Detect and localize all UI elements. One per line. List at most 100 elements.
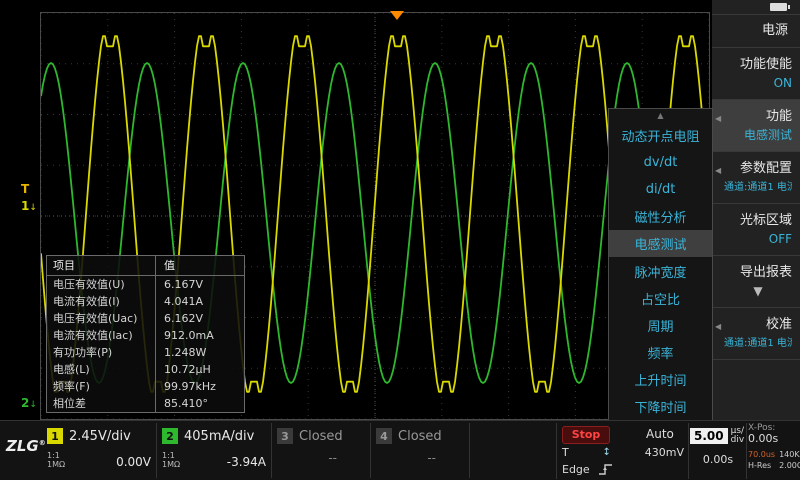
channel-1-offset-value: 0.00V (116, 455, 151, 469)
channel-1-scale: 2.45V/div (69, 429, 131, 444)
menu-item-0[interactable]: 动态开点电阻 (609, 122, 712, 149)
section-value: 通道:通道1 电流 (724, 335, 792, 352)
channel-4-state: Closed (398, 429, 442, 444)
channel-2-impedance: 1MΩ (162, 460, 180, 469)
memory-depth-value: 140Kpts (779, 450, 800, 459)
chevron-left-icon: ◀ (715, 166, 721, 175)
chevron-left-icon: ◀ (715, 114, 721, 123)
run-stop-button[interactable]: Stop (562, 426, 610, 444)
row-value: 1.248W (155, 344, 244, 361)
menu-section-function[interactable]: ◀ 功能 电感测试 (712, 100, 800, 152)
power-menu-button[interactable]: 电源 (712, 14, 800, 48)
down-arrow-icon: ↓ (29, 203, 37, 213)
row-label: 电压有效值(Uac) (47, 310, 155, 327)
channel-1-control[interactable]: 1 2.45V/div 1:1 1MΩ 0.00V (42, 423, 157, 478)
measurement-table-header: 项目 值 (47, 256, 244, 276)
section-value: ON (724, 75, 792, 92)
header-value: 值 (155, 256, 244, 275)
xpos-value: 0.00s (748, 433, 798, 445)
bottom-status-bar: ZLG® 1 2.45V/div 1:1 1MΩ 0.00V 2 405mA/d… (0, 420, 800, 480)
table-row: 相位差85.410° (47, 395, 244, 412)
trigger-level-row[interactable]: T ↕ 430mV (562, 446, 684, 459)
channel-4-control[interactable]: 4 Closed -- (371, 423, 470, 478)
channel-2-probe-ratio: 1:1 (162, 451, 180, 460)
brand-logo: ZLG® (6, 437, 46, 455)
menu-item-9[interactable]: 上升时间 (609, 366, 712, 393)
window-span-value: 70.0us (748, 450, 775, 459)
level-adjust-icon: ↕ (603, 447, 611, 458)
menu-item-5[interactable]: 脉冲宽度 (609, 257, 712, 284)
channel-3-badge: 3 (277, 428, 293, 444)
brand-text: ZLG (6, 437, 39, 455)
ch2-offset-marker[interactable]: 2↓ (21, 396, 37, 412)
row-value: 85.410° (155, 395, 244, 412)
table-row: 电压有效值(U)6.167V (47, 276, 244, 293)
divider (688, 423, 689, 479)
trigger-type-label: Edge (562, 463, 590, 476)
scroll-up-icon[interactable]: ▲ (609, 109, 712, 122)
horizontal-offset-value: 0.00s (690, 453, 746, 466)
timebase-control[interactable]: 5.00 µs/ div 0.00s (690, 423, 746, 479)
menu-section-parameters[interactable]: ◀ 参数配置 通道:通道1 电流 (712, 152, 800, 204)
channel-3-value: -- (328, 451, 337, 465)
menu-item-10[interactable]: 下降时间 (609, 393, 712, 420)
channel-3-state: Closed (299, 429, 343, 444)
trigger-position-marker[interactable] (390, 11, 404, 20)
menu-section-export[interactable]: 导出报表 ▼ (712, 256, 800, 308)
row-value: 10.72µH (155, 361, 244, 378)
chevron-left-icon: ◀ (715, 322, 721, 331)
sample-rate-value: 2.00GSa/s (779, 461, 800, 470)
row-label: 电压有效值(U) (47, 276, 155, 293)
menu-section-function-enable[interactable]: 功能使能 ON (712, 48, 800, 100)
table-row: 电感(L)10.72µH (47, 361, 244, 378)
table-row: 频率(F)99.97kHz (47, 378, 244, 395)
menu-item-8[interactable]: 频率 (609, 339, 712, 366)
row-value: 6.162V (155, 310, 244, 327)
channel-1-probe-ratio: 1:1 (47, 451, 65, 460)
table-row: 电流有效值(Iac)912.0mA (47, 327, 244, 344)
channel-1-impedance: 1MΩ (47, 460, 65, 469)
menu-section-calibration[interactable]: ◀ 校准 通道:通道1 电流 (712, 308, 800, 360)
timebase-unit: div (731, 436, 745, 445)
menu-item-1[interactable]: dv/dt (609, 149, 712, 176)
channel-2-scale: 405mA/div (184, 429, 254, 444)
section-title: 功能使能 (724, 55, 792, 75)
channel-4-badge: 4 (376, 428, 392, 444)
down-arrow-icon: ↓ (29, 400, 37, 410)
channel-3-control[interactable]: 3 Closed -- (272, 423, 371, 478)
hres-label: H-Res (748, 461, 775, 470)
menu-item-7[interactable]: 周期 (609, 312, 712, 339)
right-menu-panel: 电源 功能使能 ON ◀ 功能 电感测试 ◀ 参数配置 通道:通道1 电流 光标… (712, 0, 800, 420)
menu-item-3[interactable]: 磁性分析 (609, 203, 712, 230)
timebase-value: 5.00 (690, 428, 728, 444)
rising-edge-icon (598, 463, 614, 476)
divider (556, 423, 557, 479)
channel-4-value: -- (427, 451, 436, 465)
row-value: 99.97kHz (155, 378, 244, 395)
section-value: 电感测试 (724, 127, 792, 144)
menu-item-6[interactable]: 占空比 (609, 285, 712, 312)
menu-section-cursor[interactable]: 光标区域 OFF (712, 204, 800, 256)
dropdown-arrow-icon: ▼ (724, 283, 792, 300)
row-value: 4.041A (155, 293, 244, 310)
section-title: 功能 (724, 107, 792, 127)
row-value: 912.0mA (155, 327, 244, 344)
row-value: 6.167V (155, 276, 244, 293)
section-value: OFF (724, 231, 792, 248)
trigger-level-label: T (21, 182, 29, 196)
trigger-level-marker[interactable]: T (21, 182, 29, 196)
section-title: 导出报表 (724, 263, 792, 283)
row-label: 电感(L) (47, 361, 155, 378)
channel-2-offset-value: -3.94A (227, 455, 266, 469)
menu-item-4[interactable]: 电感测试 (609, 230, 712, 257)
menu-item-2[interactable]: di/dt (609, 176, 712, 203)
divider (746, 423, 747, 479)
channel-2-badge: 2 (162, 428, 178, 444)
horizontal-info: X-Pos: 0.00s 70.0us 140Kpts H-Res 2.00GS… (748, 423, 798, 470)
section-title: 参数配置 (724, 159, 792, 179)
measurement-table: 项目 值 电压有效值(U)6.167V 电流有效值(I)4.041A 电压有效值… (46, 255, 245, 413)
trigger-mode-label[interactable]: Auto (646, 427, 674, 441)
channel-2-control[interactable]: 2 405mA/div 1:1 1MΩ -3.94A (157, 423, 272, 478)
ch1-offset-marker[interactable]: 1↓ (21, 199, 37, 215)
trigger-type-row[interactable]: Edge (562, 463, 684, 476)
